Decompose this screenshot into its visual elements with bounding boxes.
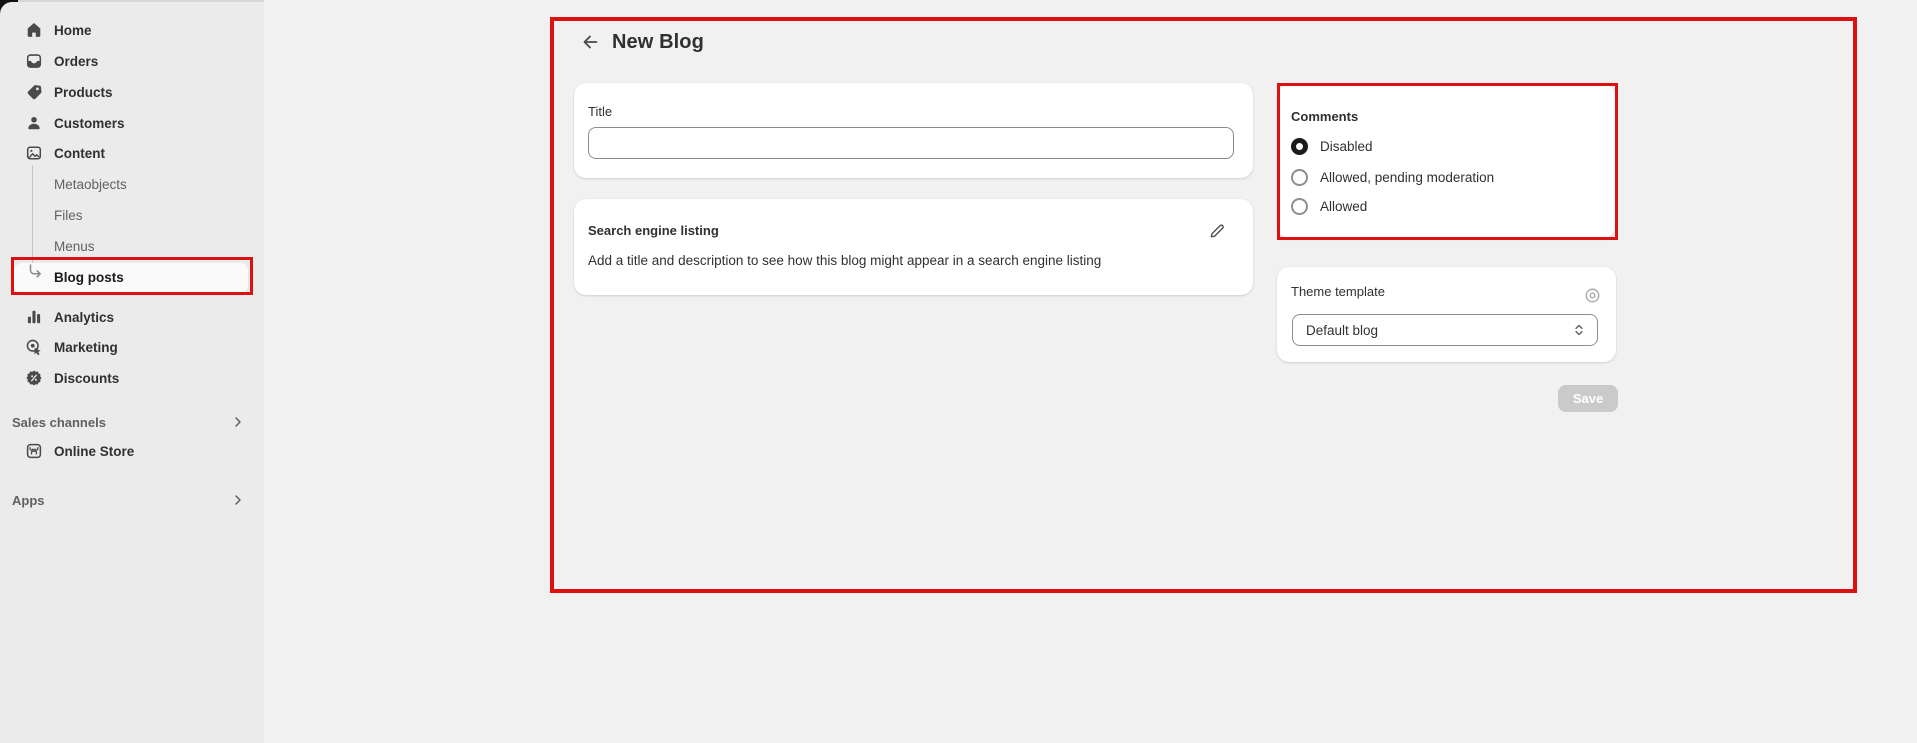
sidebar-item-home[interactable]: Home xyxy=(0,16,264,44)
radio-unselected-icon[interactable] xyxy=(1291,198,1308,215)
sidebar-item-label: Content xyxy=(54,146,105,161)
sidebar-item-menus[interactable]: Menus xyxy=(0,232,264,260)
home-icon xyxy=(25,21,43,39)
back-arrow-icon[interactable] xyxy=(578,30,602,54)
sidebar-item-label: Orders xyxy=(54,54,98,69)
page-title: New Blog xyxy=(612,31,704,54)
sidebar-section-sales-channels[interactable]: Sales channels xyxy=(0,408,264,436)
chevron-right-icon[interactable] xyxy=(230,492,246,508)
sidebar-item-label: Menus xyxy=(54,239,95,254)
sidebar-item-online-store[interactable]: Online Store xyxy=(0,437,264,465)
comments-card: Comments Disabled Allowed, pending moder… xyxy=(1277,85,1616,238)
title-field-label: Title xyxy=(588,104,612,119)
sidebar-item-label: Products xyxy=(54,85,113,100)
sidebar-item-discounts[interactable]: Discounts xyxy=(0,364,264,392)
sidebar-item-files[interactable]: Files xyxy=(0,201,264,229)
main-content: New Blog Title Search engine listing Add… xyxy=(264,0,1917,743)
orders-icon xyxy=(25,52,43,70)
radio-unselected-icon[interactable] xyxy=(1291,169,1308,186)
analytics-icon xyxy=(25,308,43,326)
eye-preview-icon[interactable] xyxy=(1581,284,1603,306)
products-tag-icon xyxy=(25,83,43,101)
select-updown-chevron-icon xyxy=(1571,322,1587,338)
radio-option-label: Allowed, pending moderation xyxy=(1320,170,1494,185)
apps-header: Apps xyxy=(12,493,45,508)
save-button[interactable]: Save xyxy=(1558,385,1618,412)
theme-template-label: Theme template xyxy=(1291,284,1385,299)
sidebar-item-analytics[interactable]: Analytics xyxy=(0,303,264,331)
content-media-icon xyxy=(25,144,43,162)
seo-card-title: Search engine listing xyxy=(588,223,719,238)
comments-card-title: Comments xyxy=(1291,109,1358,124)
sidebar-item-label: Marketing xyxy=(54,340,118,355)
sidebar-item-label: Metaobjects xyxy=(54,177,127,192)
sidebar-section-apps[interactable]: Apps xyxy=(0,486,264,514)
sidebar-item-content[interactable]: Content xyxy=(0,139,264,167)
radio-option-label: Disabled xyxy=(1320,139,1373,154)
sidebar-item-marketing[interactable]: Marketing xyxy=(0,333,264,361)
sidebar-nav: Home Orders Products Customers Content xyxy=(0,2,264,743)
radio-option-label: Allowed xyxy=(1320,199,1367,214)
marketing-icon xyxy=(25,338,43,356)
sidebar-item-label: Blog posts xyxy=(54,270,124,285)
sales-channels-header: Sales channels xyxy=(12,415,106,430)
sidebar-item-products[interactable]: Products xyxy=(0,78,264,106)
sidebar-item-customers[interactable]: Customers xyxy=(0,109,264,137)
online-store-icon xyxy=(25,442,43,460)
radio-option-allowed-pending[interactable]: Allowed, pending moderation xyxy=(1291,169,1494,186)
edit-pencil-icon[interactable] xyxy=(1206,220,1228,242)
sidebar-item-label: Analytics xyxy=(54,310,114,325)
sidebar-item-blog-posts[interactable]: Blog posts xyxy=(14,263,248,294)
discounts-icon xyxy=(25,369,43,387)
page-header: New Blog xyxy=(578,30,704,54)
sidebar-item-label: Online Store xyxy=(54,444,134,459)
title-input[interactable] xyxy=(588,127,1234,159)
seo-card: Search engine listing Add a title and de… xyxy=(574,199,1253,295)
seo-card-description: Add a title and description to see how t… xyxy=(588,253,1228,268)
theme-template-select[interactable]: Default blog xyxy=(1292,314,1598,346)
chevron-right-icon[interactable] xyxy=(230,414,246,430)
radio-selected-icon[interactable] xyxy=(1291,138,1308,155)
theme-template-selected-value: Default blog xyxy=(1306,323,1571,338)
return-arrow-icon xyxy=(24,264,44,284)
sidebar-item-label: Discounts xyxy=(54,371,119,386)
theme-template-card: Theme template Default blog xyxy=(1277,267,1616,362)
sidebar-item-label: Home xyxy=(54,23,92,38)
radio-option-disabled[interactable]: Disabled xyxy=(1291,138,1373,155)
customers-icon xyxy=(25,114,43,132)
sidebar-item-orders[interactable]: Orders xyxy=(0,47,264,75)
shopify-admin-new-blog-page: Home Orders Products Customers Content xyxy=(0,0,1917,743)
sidebar-item-label: Files xyxy=(54,208,83,223)
radio-option-allowed[interactable]: Allowed xyxy=(1291,198,1367,215)
title-card: Title xyxy=(574,83,1253,178)
sidebar-item-label: Customers xyxy=(54,116,125,131)
sidebar-item-metaobjects[interactable]: Metaobjects xyxy=(0,170,264,198)
